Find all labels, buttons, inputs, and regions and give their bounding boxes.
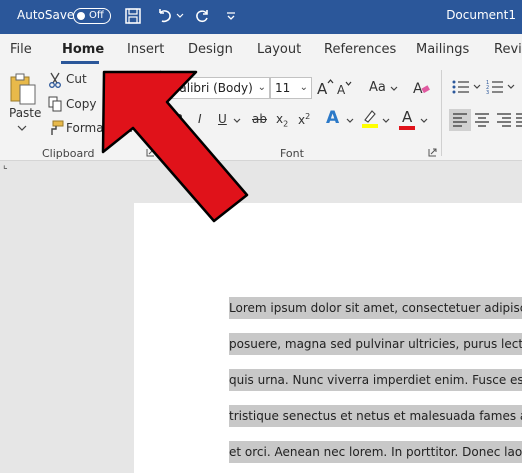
underline-button[interactable]: U <box>218 112 227 126</box>
subscript-button[interactable]: x2 <box>276 112 288 128</box>
group-separator <box>441 70 442 156</box>
justify-icon[interactable] <box>516 112 522 128</box>
document-line: posuere, magna sed pulvinar ultricies, p… <box>229 333 522 355</box>
svg-text:A: A <box>337 83 346 96</box>
document-line: tristique senectus et netus et malesuada… <box>229 405 522 427</box>
highlight-dropdown-icon[interactable] <box>382 118 390 124</box>
document-line: et orci. Aenean nec lorem. In porttitor.… <box>229 441 522 463</box>
group-separator <box>160 70 161 156</box>
customize-toolbar-icon[interactable] <box>226 11 236 21</box>
font-size-value: 11 <box>275 81 291 95</box>
change-case-dropdown-icon[interactable] <box>390 86 398 92</box>
toggle-knob <box>77 11 85 20</box>
toggle-state-label: Off <box>89 10 104 21</box>
superscript-button[interactable]: x2 <box>298 112 310 127</box>
font-color-swatch <box>399 126 415 130</box>
tab-file[interactable]: File <box>10 42 32 57</box>
document-line: quis urna. Nunc viverra imperdiet enim. … <box>229 369 522 391</box>
font-name-select[interactable]: Calibri (Body) ⌄ <box>166 77 270 99</box>
cut-button[interactable]: Cut <box>66 72 87 86</box>
align-left-icon[interactable] <box>452 112 468 128</box>
save-icon[interactable] <box>124 7 142 25</box>
font-launcher-icon[interactable] <box>428 148 437 157</box>
tab-review[interactable]: Revie <box>494 42 522 57</box>
text-effects-dropdown-icon[interactable] <box>346 118 354 124</box>
numbering-icon[interactable]: 123 <box>486 79 504 95</box>
tab-layout[interactable]: Layout <box>257 42 301 57</box>
bullets-dropdown-icon[interactable] <box>473 84 481 90</box>
format-painter-button[interactable]: Format Painter <box>66 121 154 135</box>
paste-dropdown-icon[interactable] <box>17 124 27 132</box>
undo-dropdown-icon[interactable] <box>176 12 184 20</box>
clear-formatting-icon[interactable]: A <box>412 78 430 96</box>
italic-button[interactable]: I <box>198 112 202 126</box>
bold-button[interactable]: B <box>174 112 183 126</box>
autosave-toggle[interactable]: Off <box>73 8 111 24</box>
paste-button-label[interactable]: Paste <box>9 106 41 120</box>
chevron-down-icon: ⌄ <box>299 82 308 93</box>
text-effects-button[interactable]: A <box>326 108 339 128</box>
tab-home[interactable]: Home <box>62 42 104 57</box>
copy-icon[interactable] <box>48 96 62 112</box>
align-right-icon[interactable] <box>496 112 512 128</box>
document-name: Document1 <box>446 8 516 22</box>
format-painter-icon[interactable] <box>48 120 64 136</box>
font-color-button[interactable]: A <box>402 108 412 126</box>
ribbon-home: Paste Cut Copy Format Painter Clipboard … <box>0 66 522 161</box>
bullets-icon[interactable] <box>452 79 470 95</box>
svg-text:A: A <box>413 81 423 96</box>
svg-text:A: A <box>317 80 328 96</box>
clipboard-group-label: Clipboard <box>42 147 95 160</box>
undo-icon[interactable] <box>156 7 174 25</box>
document-line: Lorem ipsum dolor sit amet, consectetuer… <box>229 297 522 319</box>
numbering-dropdown-icon[interactable] <box>507 84 515 90</box>
active-tab-indicator <box>61 61 99 64</box>
highlight-icon[interactable] <box>361 108 379 128</box>
redo-icon[interactable] <box>193 7 211 25</box>
tab-insert[interactable]: Insert <box>127 42 164 57</box>
cut-icon[interactable] <box>48 72 62 88</box>
paste-icon[interactable] <box>9 72 37 106</box>
font-name-value: Calibri (Body) <box>171 81 253 95</box>
tab-mailings[interactable]: Mailings <box>416 42 469 57</box>
font-group-label: Font <box>280 147 304 160</box>
underline-dropdown-icon[interactable] <box>233 118 241 124</box>
title-bar: AutoSave Off Document1 <box>0 0 522 34</box>
font-color-dropdown-icon[interactable] <box>420 118 428 124</box>
ruler-tab-selector[interactable]: ⌞ <box>0 160 17 180</box>
font-size-select[interactable]: 11 ⌄ <box>270 77 312 99</box>
shrink-font-icon[interactable]: A <box>336 80 352 96</box>
svg-text:3: 3 <box>486 90 489 95</box>
grow-font-icon[interactable]: A <box>316 78 334 96</box>
copy-button[interactable]: Copy <box>66 97 96 111</box>
tab-design[interactable]: Design <box>188 42 233 57</box>
strikethrough-button[interactable]: ab <box>252 112 267 126</box>
align-center-icon[interactable] <box>474 112 490 128</box>
autosave-label: AutoSave <box>17 8 75 22</box>
tab-references[interactable]: References <box>324 42 396 57</box>
change-case-button[interactable]: Aa <box>369 80 386 95</box>
clipboard-launcher-icon[interactable] <box>146 148 155 157</box>
chevron-down-icon: ⌄ <box>257 82 266 93</box>
document-page[interactable]: Lorem ipsum dolor sit amet, consectetuer… <box>134 203 522 473</box>
